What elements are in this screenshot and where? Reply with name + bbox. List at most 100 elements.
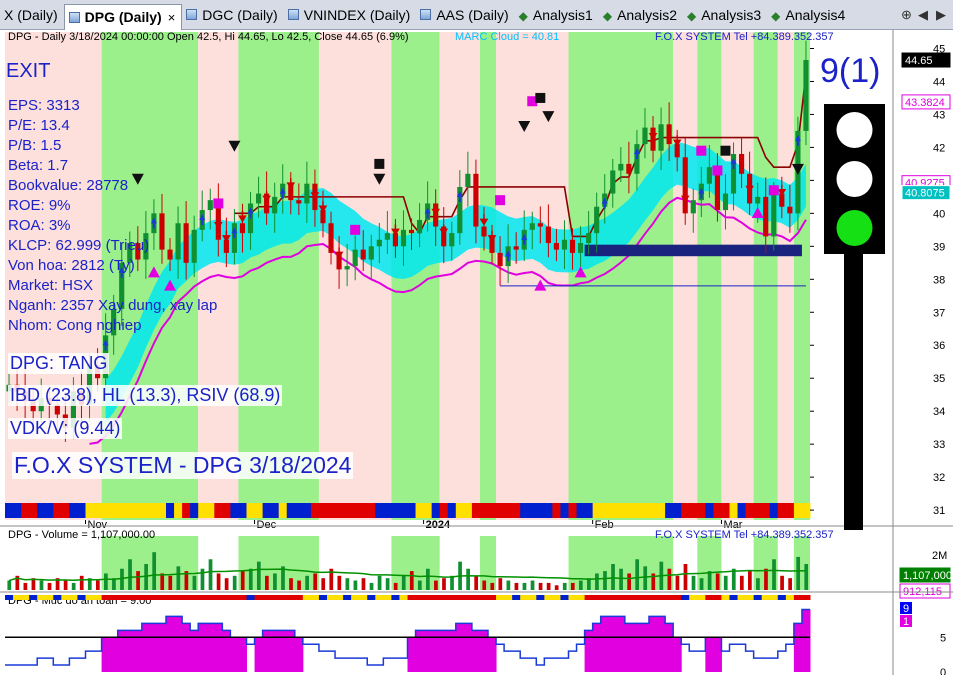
tab-vnindex-daily[interactable]: VNINDEX (Daily) <box>284 3 417 27</box>
candle-body <box>272 196 278 214</box>
safety-strip <box>13 595 22 600</box>
color-strip-cell <box>85 503 95 518</box>
volume-bar <box>426 568 430 590</box>
volume-bar <box>482 580 487 590</box>
add-tab-icon[interactable]: ⊕ <box>901 7 912 23</box>
color-strip-cell <box>479 503 489 518</box>
safety-strip <box>246 595 256 600</box>
color-strip-cell <box>109 503 119 518</box>
color-strip-cell <box>182 503 191 518</box>
volume-bar <box>120 568 124 590</box>
safety-strip <box>262 595 272 600</box>
tab-label: VNINDEX (Daily) <box>303 6 411 23</box>
traffic-light-pole <box>844 240 863 530</box>
color-strip-cell <box>230 503 239 518</box>
safety-strip <box>407 595 417 600</box>
color-strip-cell <box>560 503 569 518</box>
price-header: DPG - Daily 3/18/2024 00:00:00 Open 42.5… <box>8 31 409 43</box>
candle-body <box>722 193 729 211</box>
color-strip-cell <box>471 503 481 518</box>
tab-label: AAS (Daily) <box>436 6 509 23</box>
color-strip-cell <box>761 503 771 518</box>
support-bar <box>584 244 802 257</box>
safety-strip <box>351 595 360 600</box>
safety-fill <box>793 623 803 672</box>
close-tab-icon[interactable]: × <box>168 10 176 25</box>
brand-label: F.O.X SYSTEM Tel +84.389.352.357 <box>655 31 834 43</box>
safety-strip <box>399 595 408 600</box>
color-strip-cell <box>69 503 78 518</box>
color-strip-cell <box>624 503 634 518</box>
safety-strip <box>286 595 296 600</box>
color-strip-cell <box>335 503 344 518</box>
tab-analysis2[interactable]: ◆ Analysis2 <box>599 3 683 27</box>
volume-bar <box>63 580 68 590</box>
safety-fill <box>198 623 207 672</box>
candle-body <box>594 206 600 234</box>
analysis-icon: ◆ <box>602 9 613 23</box>
color-strip-cell <box>359 503 368 518</box>
y-tick-label: 33 <box>933 439 945 451</box>
volume-bar <box>603 571 607 590</box>
zone-band <box>238 32 319 520</box>
volume-bar <box>490 582 495 590</box>
tab-dpg-daily[interactable]: DPG (Daily) × <box>63 3 183 30</box>
safety-strip <box>270 595 280 600</box>
safety-fill <box>649 616 658 672</box>
safety-fill <box>600 616 610 672</box>
safety-fill <box>463 623 473 672</box>
candle-body <box>473 173 479 227</box>
candle-body <box>497 252 503 267</box>
volume-bar <box>578 580 583 590</box>
candle-body <box>771 193 777 237</box>
safety-strip <box>705 595 714 600</box>
color-strip-cell <box>21 503 30 518</box>
safety-strip <box>149 595 159 600</box>
watermark-title: F.O.X SYSTEM - DPG 3/18/2024 <box>12 452 354 479</box>
safety-axis-label: 5 <box>940 632 946 644</box>
tab-analysis1[interactable]: ◆ Analysis1 <box>515 3 599 27</box>
candle-body <box>384 233 390 240</box>
scroll-right-icon[interactable]: ▶ <box>936 7 946 23</box>
zone-band <box>479 32 497 520</box>
safety-strip <box>479 595 489 600</box>
safety-strip <box>624 595 634 600</box>
scroll-left-icon[interactable]: ◀ <box>918 7 928 23</box>
safety-strip <box>343 595 352 600</box>
safety-fill <box>182 623 191 672</box>
tab-analysis3[interactable]: ◆ Analysis3 <box>683 3 767 27</box>
tab-label: Analysis3 <box>701 6 762 23</box>
tab-analysis4[interactable]: ◆ Analysis4 <box>767 3 851 27</box>
volume-bar <box>160 573 165 590</box>
volume-bar <box>466 568 470 590</box>
candle-body <box>513 246 519 250</box>
color-strip-cell <box>512 503 521 518</box>
safety-fill <box>705 637 714 672</box>
safety-fill <box>109 637 119 672</box>
tab-dgc-daily[interactable]: DGC (Daily) <box>182 3 283 27</box>
safety-strip <box>536 595 545 600</box>
volume-bar <box>635 559 640 590</box>
volume-bar <box>562 582 567 590</box>
color-strip-cell <box>5 503 14 518</box>
volume-bar <box>417 580 422 590</box>
tab-x-daily[interactable]: X (Daily) <box>0 3 64 27</box>
safety-strip <box>560 595 569 600</box>
volume-bar <box>675 575 680 590</box>
safety-strip <box>69 595 78 600</box>
volume-bar <box>224 578 229 590</box>
zone-band <box>673 32 698 520</box>
tab-aas-daily[interactable]: AAS (Daily) <box>416 3 514 27</box>
candle-body <box>328 223 334 253</box>
color-strip-cell <box>600 503 610 518</box>
candle-body <box>360 249 366 260</box>
volume-bar <box>409 571 414 590</box>
safety-strip <box>109 595 119 600</box>
zone-band <box>721 32 754 520</box>
safety-fill <box>592 623 602 672</box>
color-strip-cell <box>262 503 272 518</box>
safety-strip <box>471 595 481 600</box>
safety-strip <box>117 595 127 600</box>
color-strip-cell <box>584 503 594 518</box>
volume-tag-label: 1,107,000 <box>903 570 952 582</box>
